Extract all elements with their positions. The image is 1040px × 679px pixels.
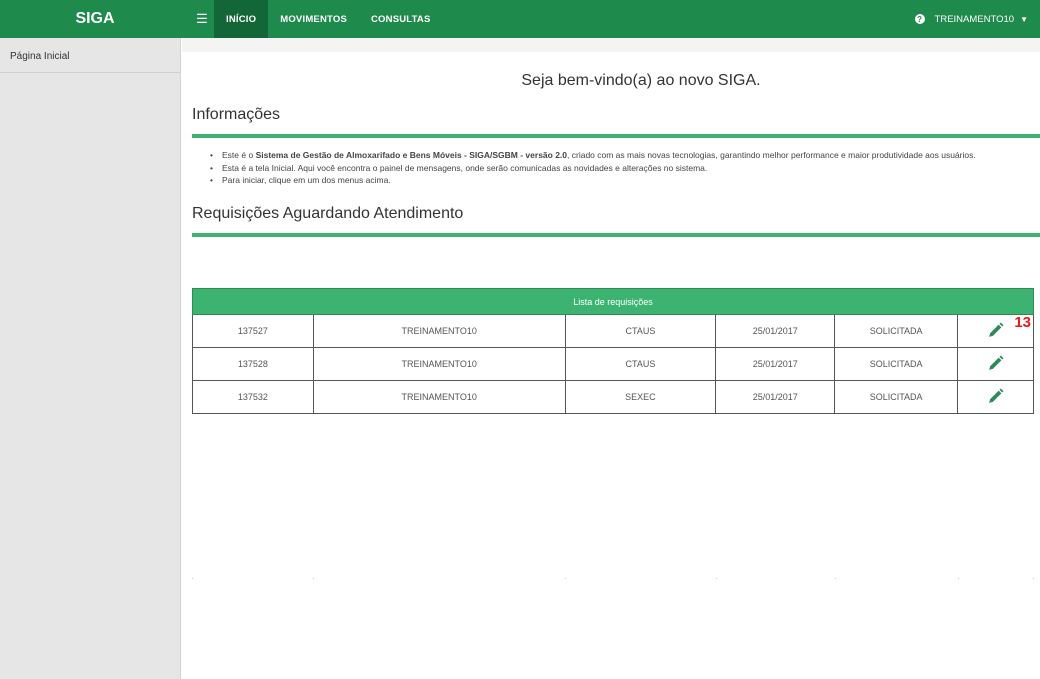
brand-logo[interactable]: SIGA (0, 0, 190, 38)
cell-user: TREINAMENTO10 (312, 314, 566, 348)
cell-action: 13 (957, 314, 1034, 348)
caret-down-icon: ▼ (1020, 14, 1028, 24)
sidebar: Página Inicial (0, 38, 181, 679)
main-content: Seja bem-vindo(a) ao novo SIGA. Informaç… (182, 38, 1040, 679)
requests-heading: Requisições Aguardando Atendimento (192, 204, 464, 222)
table-row: 137532 TREINAMENTO10 SEXEC 25/01/2017 SO… (192, 380, 1034, 414)
pencil-icon[interactable] (987, 388, 1004, 407)
cell-action (957, 380, 1034, 414)
info-list: Este é o Sistema de Gestão de Almoxarifa… (208, 149, 1040, 187)
cell-date: 25/01/2017 (715, 314, 836, 348)
nav-inicio[interactable]: INÍCIO (214, 0, 269, 38)
nav-movimentos[interactable]: MOVIMENTOS (268, 0, 359, 38)
nav-consultas[interactable]: CONSULTAS (359, 0, 443, 38)
cell-id: 137528 (192, 347, 314, 381)
cell-date: 25/01/2017 (715, 380, 836, 414)
requests-table: Lista de requisições 137527 TREINAMENTO1… (192, 288, 1034, 414)
cell-id: 137532 (192, 380, 314, 414)
pencil-icon[interactable] (987, 322, 1004, 341)
info-item: Este é o Sistema de Gestão de Almoxarifa… (208, 149, 1040, 162)
cell-user: TREINAMENTO10 (312, 347, 566, 381)
cell-date: 25/01/2017 (715, 347, 836, 381)
cell-status: SOLICITADA (834, 347, 959, 381)
info-item: Esta é a tela Inicial. Aqui você encontr… (208, 162, 1040, 175)
pencil-icon[interactable] (987, 355, 1004, 374)
menu-toggle-icon[interactable]: ☰ (190, 0, 214, 38)
table-caption: Lista de requisições (192, 288, 1034, 315)
cell-status: SOLICITADA (834, 314, 959, 348)
info-heading: Informações (192, 106, 281, 123)
content-top-strip (182, 38, 1040, 52)
user-menu[interactable]: TREINAMENTO10 ▼ (935, 14, 1028, 25)
cell-action (957, 347, 1034, 381)
info-divider (192, 134, 1040, 138)
cell-status: SOLICITADA (834, 380, 959, 414)
top-navbar: SIGA ☰ INÍCIO MOVIMENTOS CONSULTAS ? TRE… (0, 0, 1040, 38)
table-row: 137527 TREINAMENTO10 CTAUS 25/01/2017 SO… (192, 314, 1034, 348)
table-row: 137528 TREINAMENTO10 CTAUS 25/01/2017 SO… (192, 347, 1034, 381)
cell-unit: CTAUS (564, 347, 717, 381)
annotation-number: 13 (1014, 314, 1031, 331)
sidebar-item-pagina-inicial[interactable]: Página Inicial (0, 38, 180, 73)
cell-unit: CTAUS (564, 314, 717, 348)
requests-divider (192, 232, 1040, 237)
cell-user: TREINAMENTO10 (312, 380, 566, 414)
info-item: Para iniciar, clique em um dos menus aci… (208, 174, 1040, 187)
welcome-message: Seja bem-vindo(a) ao novo SIGA. (521, 72, 761, 89)
cell-unit: SEXEC (564, 380, 717, 414)
cell-id: 137527 (192, 314, 314, 348)
help-icon[interactable]: ? (914, 14, 925, 24)
user-name: TREINAMENTO10 (934, 13, 1015, 25)
column-guide-dots (192, 578, 1034, 579)
